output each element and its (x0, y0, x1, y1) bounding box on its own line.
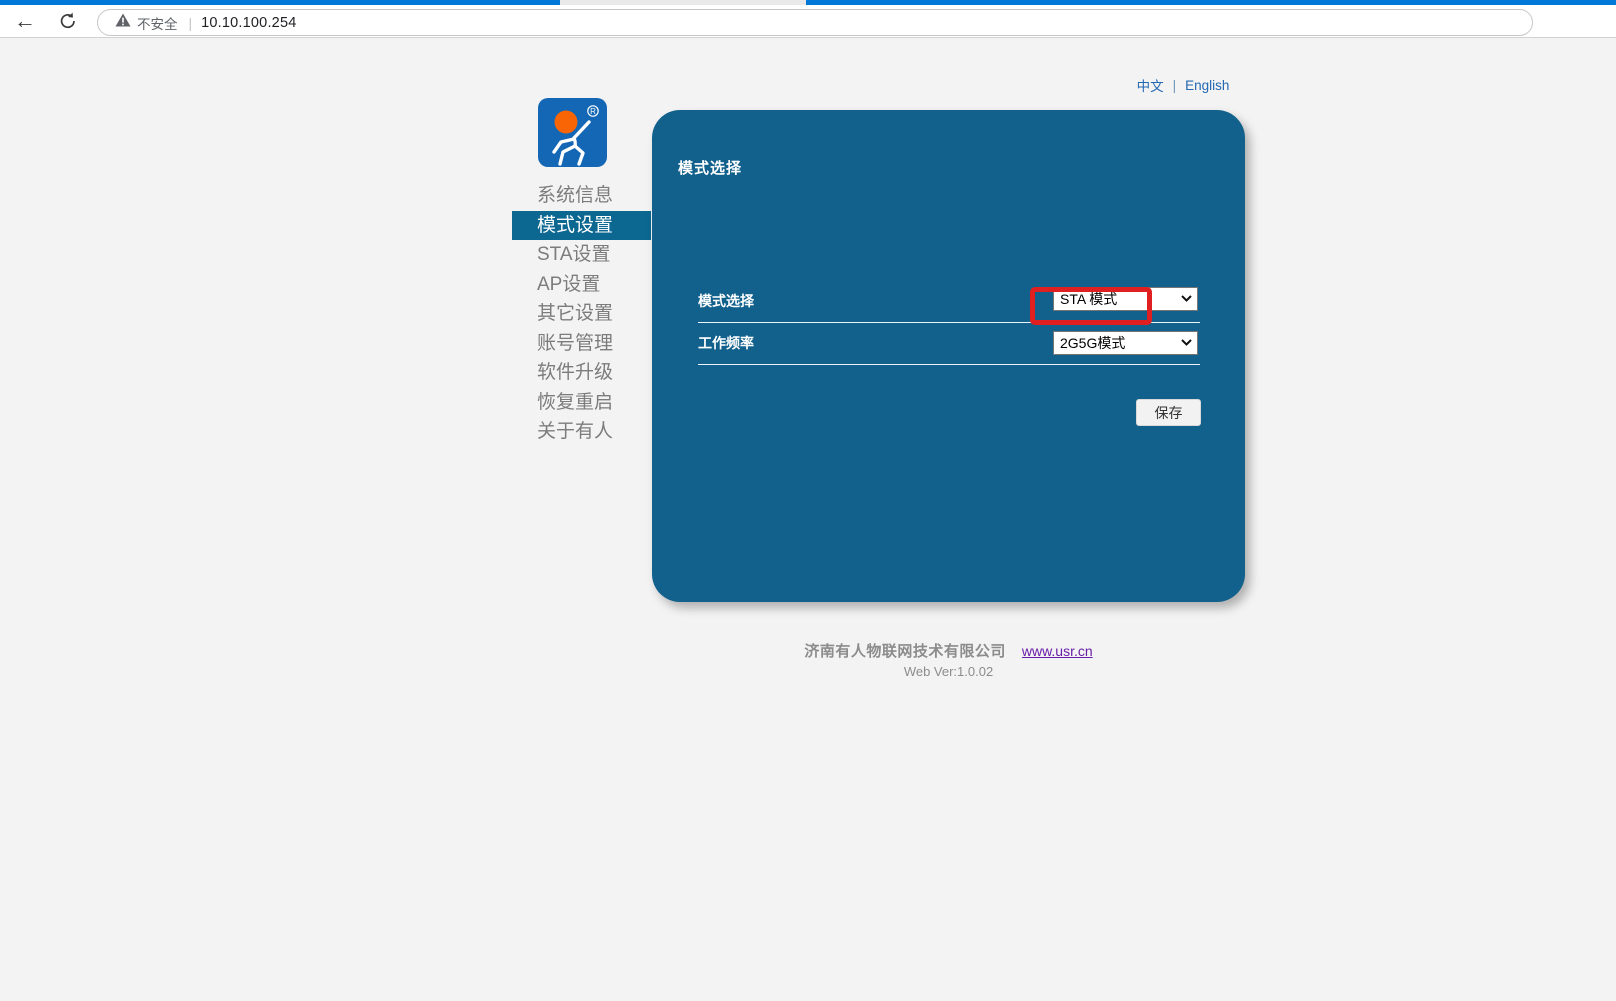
settings-panel: 模式选择 模式选择 STA 模式 工作频率 2G5G模式 (652, 110, 1245, 602)
browser-toolbar: ← 不安全 | 10.10.100.254 (0, 5, 1616, 38)
sidebar-item-firmware-upgrade[interactable]: 软件升级 (512, 358, 651, 388)
mode-select-label: 模式选择 (698, 291, 754, 311)
refresh-button[interactable] (58, 11, 78, 34)
url-text[interactable]: 10.10.100.254 (201, 15, 296, 31)
panel-title: 模式选择 (678, 157, 742, 178)
sidebar-item-mode-settings[interactable]: 模式设置 (512, 211, 651, 241)
lang-chinese-link[interactable]: 中文 (1137, 75, 1164, 95)
address-bar[interactable]: 不安全 | 10.10.100.254 (97, 9, 1533, 36)
language-separator: | (1173, 78, 1177, 93)
lang-english-link[interactable]: English (1185, 78, 1229, 93)
mode-select[interactable]: STA 模式 (1053, 287, 1198, 311)
browser-window: ← 不安全 | 10.10.100.254 (0, 0, 1616, 1001)
frequency-select-label: 工作频率 (698, 333, 754, 353)
page-content: 中文 | English R 系统信息 模式 (0, 39, 1616, 1001)
address-separator: | (189, 15, 193, 31)
footer: 济南有人物联网技术有限公司 www.usr.cn Web Ver:1.0.02 (652, 640, 1245, 679)
web-version: Web Ver:1.0.02 (652, 664, 1245, 679)
mode-select-wrap: STA 模式 (1053, 287, 1198, 311)
logo-head (555, 111, 578, 134)
save-button[interactable]: 保存 (1136, 399, 1201, 426)
sidebar-menu: 系统信息 模式设置 STA设置 AP设置 其它设置 账号管理 软件升级 恢复重启… (512, 181, 651, 447)
company-name: 济南有人物联网技术有限公司 (804, 640, 1006, 661)
usr-logo: R (538, 98, 607, 167)
refresh-icon (58, 19, 78, 34)
sidebar-item-restore-restart[interactable]: 恢复重启 (512, 388, 651, 418)
row-divider (698, 364, 1200, 365)
sidebar-item-sta-settings[interactable]: STA设置 (512, 240, 651, 270)
language-switcher: 中文 | English (1133, 75, 1233, 95)
row-divider (698, 322, 1200, 323)
frequency-select[interactable]: 2G5G模式 (1053, 331, 1198, 355)
security-label[interactable]: 不安全 (137, 13, 178, 33)
sidebar-item-other-settings[interactable]: 其它设置 (512, 299, 651, 329)
back-icon: ← (14, 8, 36, 33)
back-button[interactable]: ← (14, 10, 36, 32)
svg-text:R: R (590, 107, 596, 116)
sidebar-item-ap-settings[interactable]: AP设置 (512, 270, 651, 300)
sidebar-item-system-info[interactable]: 系统信息 (512, 181, 651, 211)
frequency-select-wrap: 2G5G模式 (1053, 331, 1198, 355)
sidebar-item-account-management[interactable]: 账号管理 (512, 329, 651, 359)
website-link[interactable]: www.usr.cn (1022, 643, 1093, 659)
warning-icon (115, 13, 131, 32)
sidebar-item-about-usr[interactable]: 关于有人 (512, 417, 651, 447)
